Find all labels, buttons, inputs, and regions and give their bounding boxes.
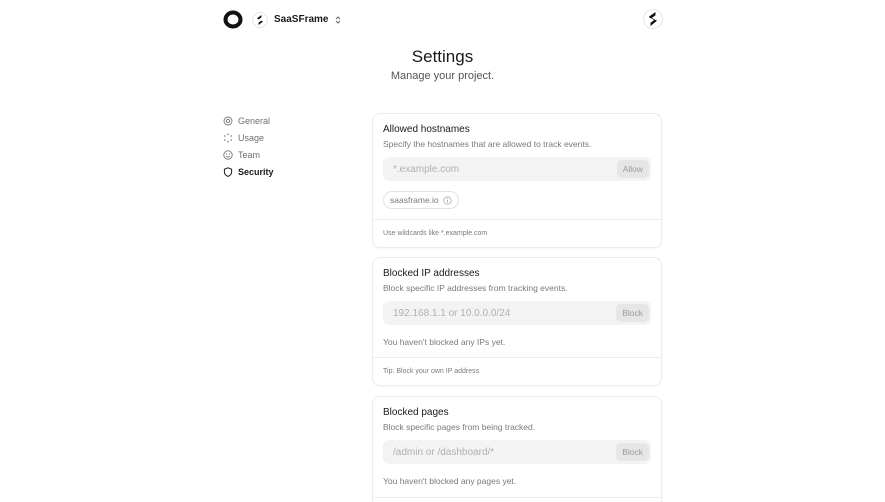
card-description: Specify the hostnames that are allowed t… [383, 139, 592, 149]
sidebar-item-security[interactable]: Security [223, 163, 343, 180]
hostname-input[interactable] [383, 157, 651, 181]
sidebar-item-label: Usage [238, 132, 265, 143]
allowed-hostnames-card: Allowed hostnames Specify the hostnames … [372, 113, 662, 248]
sidebar-item-team[interactable]: Team [223, 146, 343, 163]
card-title: Blocked pages [383, 407, 449, 418]
settings-sidebar: General Usage Team Security [223, 112, 343, 180]
card-footer: Tip: Block your own IP address [373, 357, 661, 385]
block-page-button[interactable]: Block [616, 443, 649, 461]
card-title: Allowed hostnames [383, 124, 470, 135]
hostname-chip-label: saasframe.io [390, 195, 439, 205]
page-input-row: Block [383, 440, 651, 464]
card-title: Blocked IP addresses [383, 268, 480, 279]
empty-state-text: You haven't blocked any IPs yet. [383, 337, 506, 347]
hostname-input-row: Allow [383, 157, 651, 181]
app-logo[interactable] [223, 10, 243, 29]
project-avatar [252, 11, 268, 28]
allow-button[interactable]: Allow [616, 160, 649, 178]
project-switcher[interactable]: SaaSFrame [252, 11, 342, 28]
sidebar-item-label: Security [238, 166, 274, 177]
ip-input-row: Block [383, 301, 651, 325]
top-bar: SaaSFrame [0, 0, 885, 40]
user-avatar[interactable] [643, 9, 663, 29]
logo-icon [223, 10, 243, 29]
saasframe-logo-icon [257, 14, 263, 25]
card-description: Block specific pages from being tracked. [383, 422, 536, 432]
block-ip-button[interactable]: Block [616, 304, 649, 322]
usage-icon [224, 133, 232, 142]
gear-icon [223, 116, 233, 125]
ip-input[interactable] [383, 301, 651, 325]
card-footer: Use wildcards like *.example.com [373, 219, 661, 247]
project-name: SaaSFrame [274, 14, 329, 25]
blocked-ips-card: Blocked IP addresses Block specific IP a… [372, 257, 662, 386]
hostname-chip[interactable]: saasframe.io [383, 191, 459, 209]
info-icon[interactable] [443, 195, 452, 205]
page-path-input[interactable] [383, 440, 651, 464]
team-icon [223, 149, 233, 160]
chevron-up-down-icon [336, 15, 341, 24]
sidebar-item-usage[interactable]: Usage [223, 129, 343, 146]
sidebar-item-label: General [238, 115, 271, 126]
saasframe-logo-icon [649, 12, 657, 26]
page-subtitle: Manage your project. [390, 70, 495, 82]
shield-icon [223, 166, 233, 177]
sidebar-item-label: Team [238, 149, 261, 160]
blocked-pages-card: Blocked pages Block specific pages from … [372, 396, 662, 502]
card-footer [373, 497, 661, 502]
card-description: Block specific IP addresses from trackin… [383, 283, 568, 293]
page-title: Settings [411, 47, 474, 66]
sidebar-item-general[interactable]: General [223, 112, 343, 129]
empty-state-text: You haven't blocked any pages yet. [383, 476, 517, 486]
